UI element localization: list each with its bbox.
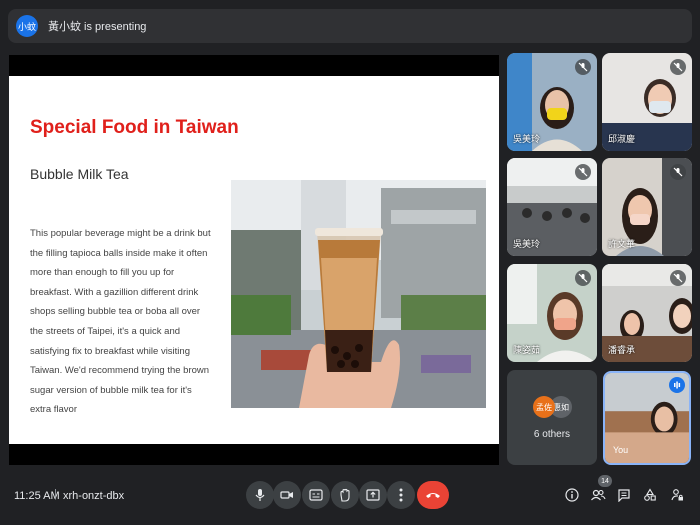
shared-screen[interactable]: Special Food in Taiwan Bubble Milk Tea T… xyxy=(9,55,499,465)
participant-tile[interactable]: 邱淑慶 xyxy=(602,53,692,151)
more-vert-icon xyxy=(399,488,403,502)
chat-button[interactable] xyxy=(615,486,633,504)
participant-tile[interactable]: 許文華 xyxy=(602,158,692,256)
microphone-icon xyxy=(255,489,265,501)
raise-hand-button[interactable] xyxy=(331,481,359,509)
leave-call-button[interactable] xyxy=(417,481,449,509)
camera-button[interactable] xyxy=(273,481,301,509)
present-icon xyxy=(366,489,380,501)
meeting-details-button[interactable] xyxy=(563,486,581,504)
mic-off-icon xyxy=(670,270,686,286)
participant-name: 邱淑慶 xyxy=(608,134,636,144)
presenter-banner: 小蚊 黃小蚊 is presenting xyxy=(8,9,692,43)
self-video-tile[interactable]: You xyxy=(603,371,691,465)
people-icon xyxy=(591,489,606,501)
avatar: 孟佐 xyxy=(533,396,555,418)
participant-name: 吳美玲 xyxy=(513,134,541,144)
activities-button[interactable] xyxy=(641,486,659,504)
slide-body-text: This popular beverage might be a drink b… xyxy=(30,228,211,416)
host-controls-button[interactable] xyxy=(668,486,686,504)
shapes-icon xyxy=(644,488,656,501)
camera-icon xyxy=(280,491,293,499)
captions-button[interactable] xyxy=(302,481,330,509)
present-button[interactable] xyxy=(359,481,387,509)
hand-icon xyxy=(340,488,350,502)
mic-off-icon xyxy=(670,59,686,75)
clock: 11:25 AM xyxy=(14,490,60,502)
people-count-badge: 14 xyxy=(598,475,612,487)
participant-tile[interactable]: 潘睿承 xyxy=(602,264,692,362)
chat-icon xyxy=(618,489,630,502)
meeting-code: xrh-onzt-dbx xyxy=(63,490,125,502)
mic-off-icon xyxy=(670,164,686,180)
mic-off-icon xyxy=(575,59,591,75)
lock-person-icon xyxy=(671,489,683,501)
participant-tile[interactable]: 吳美玲 xyxy=(507,158,597,256)
presenter-avatar: 小蚊 xyxy=(16,15,38,37)
mic-off-icon xyxy=(575,164,591,180)
info-icon xyxy=(565,488,579,502)
divider: | xyxy=(54,488,57,500)
mic-off-icon xyxy=(575,270,591,286)
self-name: You xyxy=(613,445,629,455)
people-button[interactable] xyxy=(589,486,607,504)
speaking-indicator-icon xyxy=(669,377,685,393)
participant-name: 陳姿茹 xyxy=(513,345,541,355)
bubble-tea-photo xyxy=(231,180,486,408)
more-options-button[interactable] xyxy=(387,481,415,509)
microphone-button[interactable] xyxy=(246,481,274,509)
participant-tile[interactable]: 陳姿茹 xyxy=(507,264,597,362)
captions-icon xyxy=(309,489,323,501)
others-count: 6 others xyxy=(533,429,571,440)
presentation-slide: Special Food in Taiwan Bubble Milk Tea T… xyxy=(9,76,499,444)
participant-tile[interactable]: 吳美玲 xyxy=(507,53,597,151)
slide-subtitle: Bubble Milk Tea xyxy=(30,166,129,182)
slide-title: Special Food in Taiwan xyxy=(30,117,239,138)
participant-name: 潘睿承 xyxy=(608,345,636,355)
others-tile[interactable]: 孟佐 惠如 6 others xyxy=(507,370,597,465)
presenting-label: 黃小蚊 is presenting xyxy=(48,21,147,33)
hang-up-icon xyxy=(426,493,440,498)
participant-name: 許文華 xyxy=(608,239,636,249)
participant-name: 吳美玲 xyxy=(513,239,541,249)
